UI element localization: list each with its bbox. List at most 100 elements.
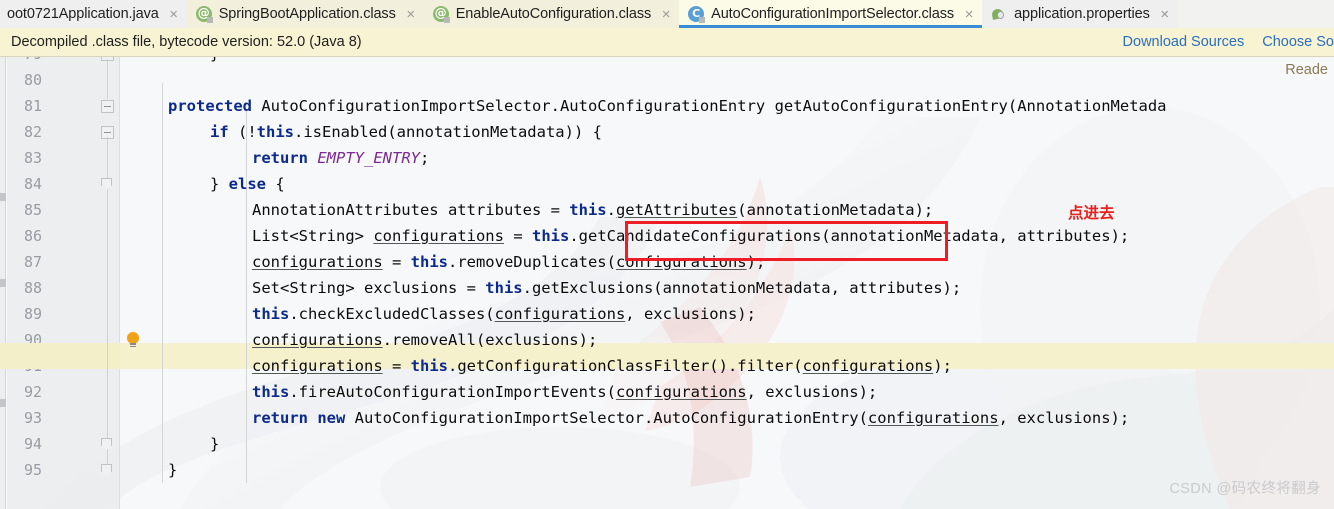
- annotation-class-icon: @: [432, 6, 450, 23]
- line-number: 79: [0, 57, 42, 67]
- code-token: .: [606, 201, 616, 219]
- indent-guide: [246, 109, 247, 483]
- code-token: return: [252, 149, 318, 167]
- code-token: );: [746, 253, 766, 271]
- code-line[interactable]: Set<String> exclusions = this.getExclusi…: [252, 275, 961, 301]
- line-number: 95: [23, 461, 42, 479]
- code-token: .fireAutoConfigurationImportEvents(: [289, 383, 616, 401]
- code-line[interactable]: } else {: [210, 171, 285, 197]
- code-token: AutoConfigurationImportSelector.AutoConf…: [261, 97, 775, 115]
- download-sources-link[interactable]: Download Sources: [1123, 34, 1245, 50]
- line-number: 92: [23, 383, 42, 401]
- code-token: =: [382, 357, 411, 375]
- code-token: configurations: [867, 409, 999, 427]
- tab-AutoConfigurationImportSelector-class[interactable]: C AutoConfigurationImportSelector.class …: [679, 0, 983, 28]
- line-number: 87: [23, 253, 42, 271]
- code-editor[interactable]: 7980818283848586878889909192939495 }prot…: [0, 57, 1334, 509]
- tab-application-properties[interactable]: application.properties ×: [982, 0, 1178, 28]
- code-token: this: [485, 279, 523, 297]
- code-line[interactable]: }: [168, 457, 177, 483]
- code-token: getAutoConfigurationEntry: [774, 97, 1008, 115]
- code-token: }: [210, 435, 220, 453]
- notification-message: Decompiled .class file, bytecode version…: [11, 34, 362, 50]
- line-number: 86: [23, 227, 42, 245]
- code-token: this: [410, 357, 448, 375]
- fold-connector-line: [107, 137, 108, 178]
- code-token: if: [210, 123, 238, 141]
- annotation-class-icon: @: [195, 6, 213, 23]
- code-line[interactable]: configurations = this.removeDuplicates(c…: [252, 249, 765, 275]
- code-token: (annotationMetadata);: [737, 201, 934, 219]
- class-icon: C: [688, 6, 706, 23]
- code-line[interactable]: AnnotationAttributes attributes = this.g…: [252, 197, 933, 223]
- code-token: this: [252, 305, 290, 323]
- code-token: configurations: [252, 331, 383, 349]
- code-line[interactable]: this.fireAutoConfigurationImportEvents(c…: [252, 379, 877, 405]
- code-token: .removeAll(exclusions);: [382, 331, 598, 349]
- code-token: {: [266, 175, 285, 193]
- fold-connector-line: [107, 59, 108, 99]
- code-token: this: [569, 201, 607, 219]
- code-token: this: [252, 383, 290, 401]
- code-token: return: [252, 409, 318, 427]
- code-token: configurations: [373, 227, 504, 245]
- code-line[interactable]: configurations.removeAll(exclusions);: [252, 327, 597, 353]
- fold-end-marker-icon[interactable]: [101, 464, 114, 477]
- code-line[interactable]: configurations = this.getConfigurationCl…: [252, 353, 952, 379]
- code-token: EMPTY_ENTRY: [317, 149, 420, 167]
- line-number: 84: [23, 175, 42, 193]
- code-content[interactable]: } protected AutoConfigurationImportSelect…: [120, 57, 1334, 509]
- code-token: );: [933, 357, 952, 375]
- fold-connector-line: [107, 449, 108, 464]
- properties-file-icon: [991, 6, 1007, 22]
- editor-tab-bar: oot0721Application.java × @ SpringBootAp…: [0, 0, 1334, 28]
- close-icon[interactable]: ×: [963, 7, 975, 22]
- code-token: configurations: [802, 357, 934, 375]
- annotation-note-text: 点进去: [1068, 204, 1115, 222]
- intention-lightbulb-icon[interactable]: [125, 332, 141, 348]
- code-line[interactable]: if (!this.isEnabled(annotationMetadata))…: [210, 119, 602, 145]
- tab-label: EnableAutoConfiguration.class: [455, 6, 652, 22]
- line-number: 94: [23, 435, 42, 453]
- code-token: else: [228, 175, 266, 193]
- tab-label: application.properties: [1014, 6, 1150, 22]
- code-token: this: [256, 123, 294, 141]
- code-token: configurations: [494, 305, 626, 323]
- close-icon[interactable]: ×: [1159, 7, 1171, 22]
- tab-label: AutoConfigurationImportSelector.class: [711, 6, 955, 22]
- close-icon[interactable]: ×: [168, 7, 180, 22]
- choose-sources-link[interactable]: Choose So: [1262, 34, 1334, 50]
- code-token: getCandidateConfigurations: [578, 227, 822, 245]
- line-number: 81: [23, 97, 42, 115]
- code-token: }: [210, 175, 229, 193]
- tab-EnableAutoConfiguration-class[interactable]: @ EnableAutoConfiguration.class ×: [423, 0, 680, 28]
- tab-label: oot0721Application.java: [7, 6, 159, 22]
- code-token: }: [210, 57, 219, 63]
- code-token: this: [410, 253, 448, 271]
- code-line[interactable]: this.checkExcludedClasses(configurations…: [252, 301, 756, 327]
- code-line[interactable]: return EMPTY_ENTRY;: [252, 145, 429, 171]
- tab-SpringBootApplication-class[interactable]: @ SpringBootApplication.class ×: [186, 0, 424, 28]
- code-token: this: [531, 227, 570, 245]
- line-number: 85: [23, 201, 42, 219]
- code-token: .isEnabled(annotationMetadata)) {: [294, 123, 602, 141]
- code-token: .getConfigurationClassFilter().filter(: [447, 357, 803, 375]
- line-number: 80: [23, 71, 42, 89]
- code-line[interactable]: return new AutoConfigurationImportSelect…: [252, 405, 1129, 431]
- code-token: configurations: [615, 383, 747, 401]
- close-icon[interactable]: ×: [660, 7, 672, 22]
- tab-Boot0721Application-java[interactable]: oot0721Application.java ×: [0, 0, 187, 28]
- code-token: , exclusions);: [998, 409, 1130, 427]
- code-line[interactable]: List<String> configurations = this.getCa…: [252, 223, 1129, 249]
- csdn-watermark: CSDN @码农终将翻身: [1169, 481, 1321, 497]
- code-line[interactable]: }: [210, 431, 219, 457]
- code-token: AutoConfigurationImportSelector.AutoConf…: [354, 409, 868, 427]
- code-line[interactable]: protected AutoConfigurationImportSelecto…: [168, 93, 1167, 119]
- close-icon[interactable]: ×: [405, 7, 417, 22]
- indent-guide: [162, 83, 163, 483]
- line-number: 83: [23, 149, 42, 167]
- decompiled-notification-bar: Decompiled .class file, bytecode version…: [0, 28, 1334, 57]
- fold-marker-icon[interactable]: [101, 100, 114, 113]
- code-token: }: [168, 461, 178, 479]
- code-line[interactable]: }: [210, 57, 219, 67]
